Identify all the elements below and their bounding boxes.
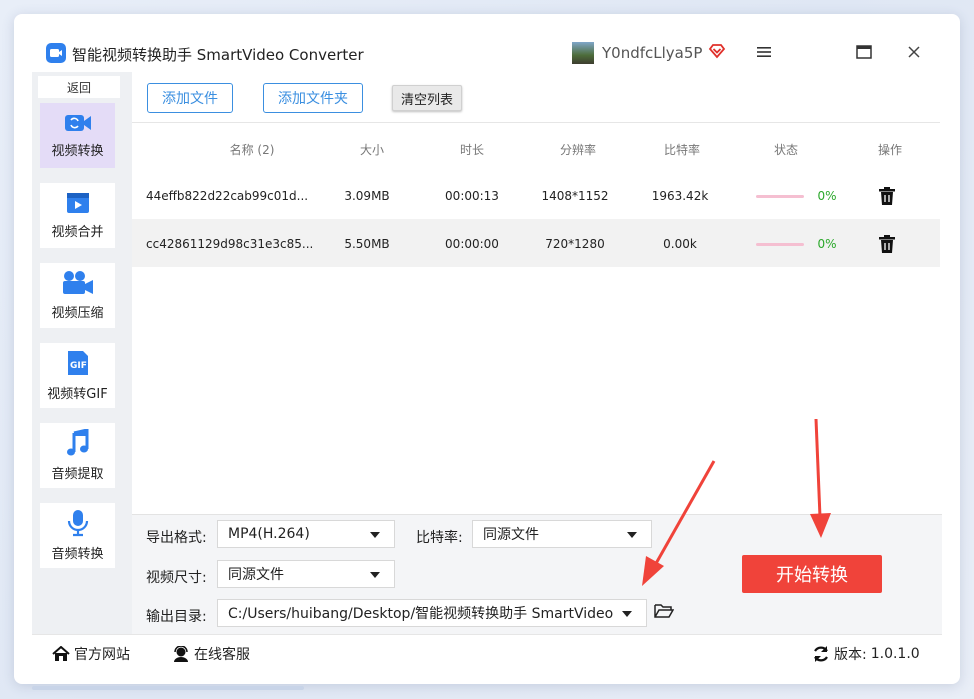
clear-list-button[interactable]: 清空列表 [392, 85, 462, 111]
file-duration: 00:00:00 [445, 237, 499, 251]
back-button[interactable]: 返回 [38, 76, 120, 98]
output-dir-select[interactable]: C:/Users/huibang/Desktop/智能视频转换助手 SmartV… [217, 599, 647, 627]
user-avatar[interactable] [572, 42, 594, 64]
output-dir-value: C:/Users/huibang/Desktop/智能视频转换助手 SmartV… [228, 606, 614, 622]
file-table: 名称 (2) 大小 时长 分辨率 比特率 状态 操作 44effb822d22c… [132, 122, 940, 514]
title-bar: 智能视频转换助手 SmartVideo Converter Y0ndfcLlya… [14, 14, 960, 72]
app-title: 智能视频转换助手 SmartVideo Converter [72, 46, 364, 64]
sidebar-item-video-compress[interactable]: 视频压缩 [40, 263, 115, 328]
video-compress-icon [62, 271, 93, 294]
col-bitrate[interactable]: 比特率 [650, 141, 714, 158]
col-status: 状态 [773, 143, 798, 157]
file-size: 3.09MB [344, 189, 390, 203]
file-name: 44effb822d22cab99c01d... [146, 189, 309, 203]
delete-trash-icon[interactable] [878, 234, 896, 258]
folder-open-icon[interactable] [654, 603, 675, 623]
video-size-select[interactable]: 同源文件 [217, 560, 395, 588]
col-resolution[interactable]: 分辨率 [546, 141, 610, 158]
chevron-down-icon [370, 532, 380, 538]
add-file-button[interactable]: 添加文件 [147, 83, 233, 113]
bitrate-select[interactable]: 同源文件 [472, 520, 652, 548]
video-size-select-value: 同源文件 [228, 567, 284, 583]
file-size: 5.50MB [344, 237, 390, 251]
table-header: 名称 (2) 大小 时长 分辨率 比特率 状态 操作 [132, 123, 940, 171]
vip-heart-icon[interactable] [708, 42, 726, 60]
version-info[interactable]: 版本: 1.0.1.0 [812, 644, 920, 664]
refresh-icon [814, 646, 828, 662]
output-dir-label: 输出目录: [146, 609, 207, 625]
version-label: 版本: [834, 647, 867, 663]
col-name[interactable]: 名称 (2) [192, 141, 312, 158]
add-folder-button[interactable]: 添加文件夹 [263, 83, 363, 113]
home-icon [52, 646, 70, 661]
app-logo-icon [46, 43, 66, 63]
table-row[interactable]: cc42861129d98c31e3c85... 5.50MB 00:00:00… [132, 219, 940, 267]
chevron-down-icon [370, 572, 380, 578]
sidebar-item-video-convert[interactable]: 视频转换 [40, 103, 115, 168]
video-size-label: 视频尺寸: [146, 570, 207, 586]
sidebar-item-label: 视频转换 [51, 144, 104, 159]
col-action: 操作 [877, 143, 902, 157]
progress-percent: 0% [817, 189, 837, 203]
col-duration[interactable]: 时长 [442, 141, 502, 158]
video-merge-icon [66, 193, 89, 213]
file-bitrate: 1963.42k [651, 189, 709, 203]
sidebar-item-label: 视频转GIF [47, 387, 108, 402]
svg-text:GIF: GIF [70, 361, 87, 371]
footer: 官方网站 在线客服 版本: 1.0.1.0 [32, 634, 942, 670]
delete-trash-icon[interactable] [878, 186, 896, 210]
close-icon[interactable] [902, 40, 926, 64]
support-link[interactable]: 在线客服 [172, 644, 250, 664]
sidebar-item-label: 视频合并 [51, 225, 104, 240]
sidebar-item-video-to-gif[interactable]: GIF 视频转GIF [40, 343, 115, 408]
bitrate-label: 比特率: [416, 530, 463, 546]
sidebar-item-label: 视频压缩 [51, 306, 104, 321]
headset-icon [174, 646, 188, 662]
col-size[interactable]: 大小 [342, 141, 402, 158]
chevron-down-icon [627, 532, 637, 538]
maximize-icon[interactable] [852, 40, 876, 64]
file-duration: 00:00:13 [445, 189, 499, 203]
sidebar-item-audio-extract[interactable]: 音频提取 [40, 423, 115, 488]
support-label: 在线客服 [194, 647, 250, 663]
table-row[interactable]: 44effb822d22cab99c01d... 3.09MB 00:00:13… [132, 171, 940, 219]
progress-bar [756, 243, 804, 246]
user-name[interactable]: Y0ndfcLlya5P [602, 44, 702, 62]
sidebar-item-label: 音频转换 [51, 547, 104, 562]
website-link[interactable]: 官方网站 [52, 644, 130, 664]
start-convert-button[interactable]: 开始转换 [742, 555, 882, 593]
gif-icon: GIF [67, 351, 88, 375]
sidebar-item-video-merge[interactable]: 视频合并 [40, 183, 115, 248]
format-select[interactable]: MP4(H.264) [217, 520, 395, 548]
scroll-indicator [32, 686, 304, 690]
format-select-value: MP4(H.264) [228, 526, 310, 542]
microphone-icon [67, 510, 88, 537]
music-note-icon [66, 429, 88, 456]
format-label: 导出格式: [146, 530, 207, 546]
sidebar: 返回 视频转换 视频合并 视频压缩 GIF 视频转GIF 音频提取 音频转换 [32, 72, 132, 634]
progress-bar [756, 195, 804, 198]
sidebar-item-label: 音频提取 [51, 467, 104, 482]
file-name: cc42861129d98c31e3c85... [146, 237, 314, 251]
version-number: 1.0.1.0 [870, 646, 920, 662]
menu-icon[interactable] [752, 40, 776, 64]
app-window: 智能视频转换助手 SmartVideo Converter Y0ndfcLlya… [14, 14, 960, 684]
chevron-down-icon [622, 611, 632, 617]
progress-percent: 0% [817, 237, 837, 251]
sidebar-item-audio-convert[interactable]: 音频转换 [40, 503, 115, 568]
file-resolution: 720*1280 [545, 237, 605, 251]
bitrate-select-value: 同源文件 [483, 527, 539, 543]
file-bitrate: 0.00k [663, 237, 697, 251]
video-convert-icon [64, 115, 91, 131]
file-resolution: 1408*1152 [541, 189, 609, 203]
website-label: 官方网站 [74, 647, 130, 663]
output-settings-panel: 导出格式: MP4(H.264) 比特率: 同源文件 视频尺寸: 同源文件 输出… [132, 514, 942, 634]
